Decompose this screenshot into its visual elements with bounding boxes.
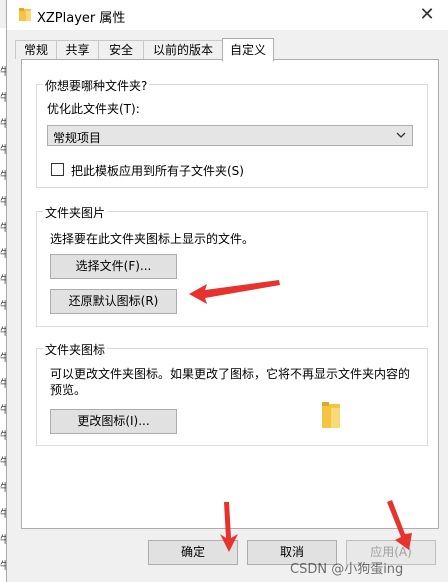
group-title: 你想要哪种文件夹?: [43, 77, 150, 94]
title-bar[interactable]: XZPlayer 属性 ✕: [7, 0, 448, 30]
tab-sharing[interactable]: 共享: [56, 40, 99, 59]
folder-preview-icon: [322, 402, 340, 428]
restore-default-icon-button[interactable]: 还原默认图标(R): [50, 289, 177, 314]
properties-dialog: XZPlayer 属性 ✕ 常规 共享 安全 以前的版本 自定义 你想要哪种文件…: [6, 0, 448, 582]
folder-picture-group: 文件夹图片 选择要在此文件夹图标上显示的文件。 选择文件(F)... 还原默认图…: [36, 204, 428, 327]
folder-icon-group: 文件夹图标 可以更改文件夹图标。如果更改了图标，它将不再显示文件夹内容的 预览。…: [36, 341, 428, 446]
apply-subfolders-checkbox[interactable]: [51, 163, 64, 176]
annotation-arrow-icon: [387, 500, 412, 550]
annotation-arrow-icon: [220, 502, 238, 552]
folder-picture-description: 选择要在此文件夹图标上显示的文件。: [50, 232, 255, 246]
chevron-down-icon: [396, 132, 406, 138]
optimize-select[interactable]: 常规项目: [47, 125, 413, 146]
folder-type-group: 你想要哪种文件夹? 优化此文件夹(T): 常规项目 把此模板应用到所有子文件夹(…: [36, 77, 428, 188]
tab-security[interactable]: 安全: [98, 40, 144, 59]
optimize-select-value: 常规项目: [53, 131, 102, 145]
apply-subfolders-label[interactable]: 把此模板应用到所有子文件夹(S): [71, 162, 244, 179]
tab-customize[interactable]: 自定义: [222, 38, 274, 61]
tab-previous-versions[interactable]: 以前的版本: [143, 40, 223, 59]
annotation-arrow-icon: [189, 280, 280, 304]
change-icon-button[interactable]: 更改图标(I)...: [50, 409, 177, 434]
folder-icon-description-line1: 可以更改文件夹图标。如果更改了图标，它将不再显示文件夹内容的: [50, 367, 411, 381]
watermark: CSDN @小狗蛋ing: [290, 562, 404, 577]
window-title: XZPlayer 属性: [37, 11, 126, 26]
close-button[interactable]: ✕: [417, 5, 437, 25]
optimize-label: 优化此文件夹(T):: [47, 102, 140, 116]
folder-icon-description-line2: 预览。: [50, 383, 87, 397]
group-title: 文件夹图片: [43, 204, 108, 221]
group-title: 文件夹图标: [43, 341, 108, 358]
choose-file-button[interactable]: 选择文件(F)...: [50, 254, 177, 279]
folder-icon: [19, 8, 31, 21]
tab-general[interactable]: 常规: [15, 40, 57, 59]
